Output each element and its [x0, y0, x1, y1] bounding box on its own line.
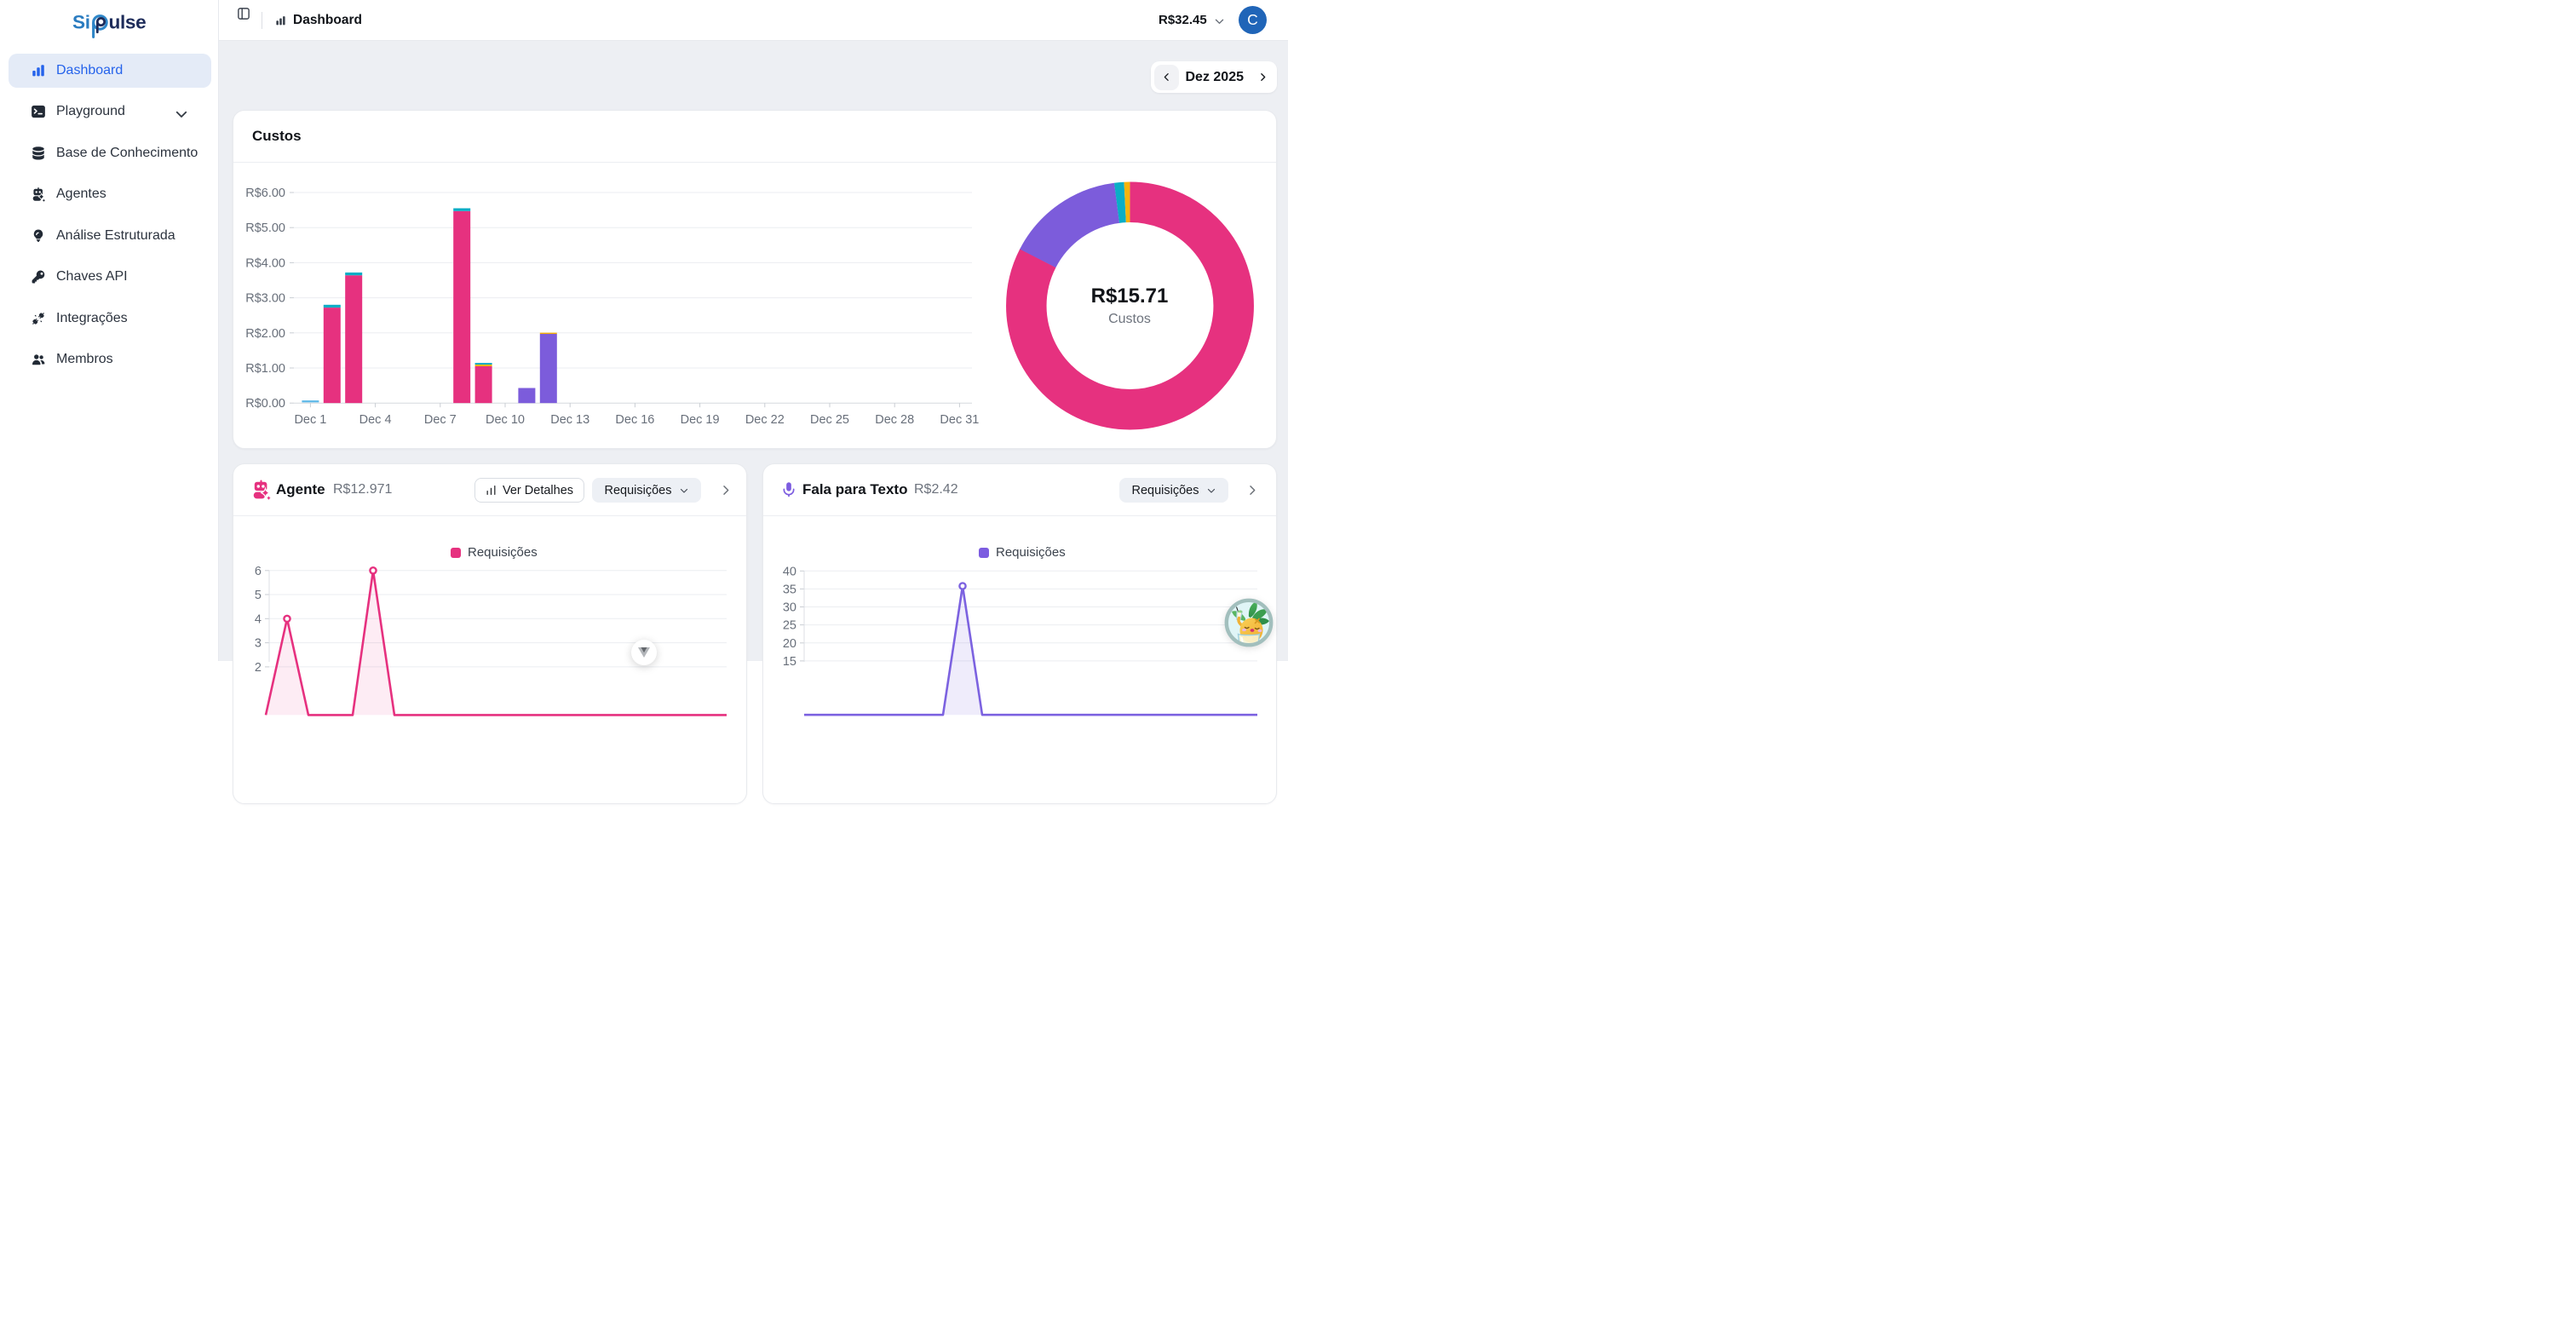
svg-text:15: 15	[783, 655, 796, 669]
svg-text:Si: Si	[72, 12, 90, 33]
svg-text:3: 3	[255, 637, 262, 651]
svg-text:ulse: ulse	[109, 12, 146, 33]
svg-text:R$6.00: R$6.00	[245, 187, 285, 200]
svg-text:Dec 10: Dec 10	[486, 413, 525, 427]
svg-text:2: 2	[255, 661, 262, 675]
svg-text:Dec 19: Dec 19	[681, 413, 720, 427]
svg-text:R$0.00: R$0.00	[245, 397, 285, 411]
svg-text:Dec 7: Dec 7	[424, 413, 457, 427]
svg-text:Dec 4: Dec 4	[359, 413, 392, 427]
svg-text:Dec 16: Dec 16	[615, 413, 654, 427]
svg-text:Dec 1: Dec 1	[294, 413, 326, 427]
svg-text:R$2.00: R$2.00	[245, 327, 285, 341]
svg-text:Dec 25: Dec 25	[810, 413, 849, 427]
svg-text:6: 6	[255, 565, 262, 578]
svg-text:20: 20	[783, 637, 796, 651]
svg-text:Dec 28: Dec 28	[875, 413, 914, 427]
svg-text:5: 5	[255, 589, 262, 602]
svg-text:4: 4	[255, 612, 262, 626]
svg-text:25: 25	[783, 619, 796, 633]
svg-text:Dec 22: Dec 22	[745, 413, 785, 427]
svg-text:35: 35	[783, 583, 796, 596]
svg-text:40: 40	[783, 565, 796, 578]
svg-text:R$3.00: R$3.00	[245, 292, 285, 306]
svg-text:30: 30	[783, 601, 796, 615]
svg-text:R$4.00: R$4.00	[245, 256, 285, 270]
svg-text:Dec 13: Dec 13	[550, 413, 589, 427]
svg-text:Dec 31: Dec 31	[940, 413, 979, 427]
svg-text:R$5.00: R$5.00	[245, 221, 285, 235]
svg-text:R$1.00: R$1.00	[245, 362, 285, 376]
